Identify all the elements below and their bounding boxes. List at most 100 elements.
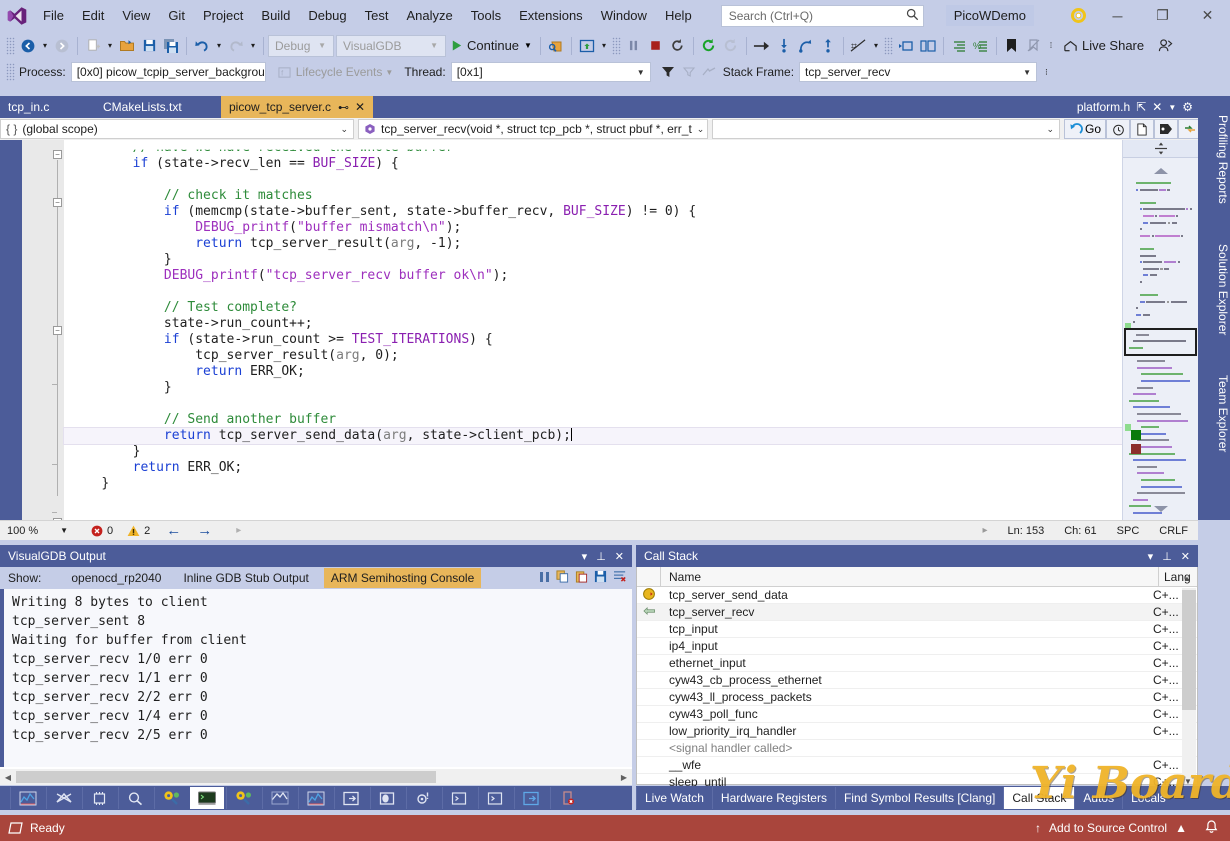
new-item-dropdown[interactable]: ▾: [104, 35, 116, 57]
live-share-button[interactable]: Live Share: [1057, 35, 1150, 57]
magnifier-icon[interactable]: [118, 787, 152, 809]
build-tools-2-icon[interactable]: [226, 787, 260, 809]
pin-icon[interactable]: ⊷: [338, 101, 349, 114]
redo-icon[interactable]: [225, 35, 247, 57]
document-tab-cmakelists[interactable]: CMakeLists.txt: [95, 96, 190, 118]
copy-icon[interactable]: [556, 570, 569, 586]
navigate-back-dropdown[interactable]: ▾: [39, 35, 51, 57]
editor-minimap[interactable]: [1122, 140, 1199, 520]
vtab-team-explorer[interactable]: Team Explorer: [1198, 358, 1230, 470]
error-count-indicator[interactable]: 0: [91, 525, 113, 537]
name-column-header[interactable]: Name: [661, 566, 1159, 587]
debug-window-dropdown[interactable]: ▾: [598, 35, 610, 57]
code-line[interactable]: [64, 172, 1122, 188]
vtab-profiling-reports[interactable]: Profiling Reports: [1198, 96, 1230, 222]
fold-toggle[interactable]: −: [53, 198, 62, 207]
stop-icon[interactable]: [645, 35, 667, 57]
filter-clear-icon[interactable]: [679, 65, 699, 79]
menu-window[interactable]: Window: [592, 4, 656, 28]
code-line[interactable]: [64, 508, 1122, 520]
scrollbar-thumb[interactable]: [1182, 590, 1196, 710]
decrease-indent-icon[interactable]: %: [970, 35, 992, 57]
code-line[interactable]: }: [64, 252, 1122, 268]
toolbar-grip[interactable]: [6, 36, 15, 55]
code-line[interactable]: if (state->recv_len == BUF_SIZE) {: [64, 156, 1122, 172]
scrollbar-thumb[interactable]: [16, 771, 436, 783]
command-window-2-icon[interactable]: [478, 787, 512, 809]
call-stack-row[interactable]: ethernet_input C+...: [637, 655, 1197, 672]
chevron-down-icon[interactable]: ▼: [524, 41, 532, 50]
call-stack-row[interactable]: cyw43_cb_process_ethernet C+...: [637, 672, 1197, 689]
show-next-statement-icon[interactable]: [751, 35, 773, 57]
menu-file[interactable]: File: [34, 4, 73, 28]
error-list-icon[interactable]: [550, 787, 584, 809]
gear-icon[interactable]: ⚙: [1182, 100, 1193, 114]
menu-git[interactable]: Git: [159, 4, 194, 28]
scroll-left-arrow-icon[interactable]: ◀: [0, 773, 16, 782]
chevron-down-icon[interactable]: ▼: [1168, 103, 1176, 112]
undo-dropdown[interactable]: ▾: [213, 35, 225, 57]
menu-view[interactable]: View: [113, 4, 159, 28]
profiler-chart-2-icon[interactable]: [298, 787, 332, 809]
vtab-solution-explorer[interactable]: Solution Explorer: [1198, 224, 1230, 356]
tag-icon[interactable]: [1154, 119, 1179, 139]
save-icon[interactable]: [594, 570, 607, 586]
call-stack-row[interactable]: low_priority_irq_handler C+...: [637, 723, 1197, 740]
open-file-icon[interactable]: [116, 35, 138, 57]
bottom-tool-icon-tabs[interactable]: [0, 786, 632, 810]
call-stack-row[interactable]: tcp_server_send_data C+...: [637, 587, 1197, 604]
minimize-button[interactable]: ─: [1095, 0, 1140, 31]
navigate-forward-icon[interactable]: [51, 35, 73, 57]
call-stack-vertical-scrollbar[interactable]: ▲ ▼: [1182, 574, 1196, 786]
close-icon[interactable]: ✕: [1152, 100, 1162, 114]
close-icon[interactable]: ✕: [615, 550, 624, 563]
save-all-icon[interactable]: [160, 35, 182, 57]
member-combo[interactable]: tcp_server_recv(void *, struct tcp_pcb *…: [358, 119, 708, 139]
thread-combo[interactable]: [0x1] ▼: [450, 62, 651, 82]
code-line[interactable]: return ERR_OK;: [64, 460, 1122, 476]
go-button[interactable]: Go: [1064, 119, 1107, 139]
no-signal-icon[interactable]: [46, 787, 80, 809]
call-stack-rows[interactable]: tcp_server_send_data C+... tcp_server_recv…: [637, 587, 1197, 791]
menu-test[interactable]: Test: [356, 4, 398, 28]
warning-count-indicator[interactable]: 2: [127, 525, 150, 537]
notification-bell-icon[interactable]: [1205, 819, 1218, 837]
paste-icon[interactable]: [575, 570, 588, 586]
pause-icon[interactable]: [623, 35, 645, 57]
notification-gear-icon[interactable]: [1061, 7, 1095, 24]
lifecycle-chevron-down-icon[interactable]: ▼: [385, 68, 393, 77]
navigate-back-icon[interactable]: [17, 35, 39, 57]
code-line[interactable]: [64, 284, 1122, 300]
solution-platform-combo[interactable]: VisualGDB ▼: [336, 34, 446, 57]
menu-help[interactable]: Help: [656, 4, 701, 28]
bottom-tab-locals[interactable]: Locals: [1122, 787, 1174, 809]
stack-frame-combo[interactable]: tcp_server_recv ▼: [799, 62, 1038, 82]
save-icon[interactable]: [138, 35, 160, 57]
search-box[interactable]: Search (Ctrl+Q): [720, 4, 924, 27]
call-stack-row[interactable]: <signal handler called>: [637, 740, 1197, 757]
code-line[interactable]: }: [64, 444, 1122, 460]
pin-icon[interactable]: ⊥: [596, 550, 606, 563]
code-line[interactable]: [64, 396, 1122, 412]
arrow-left-icon[interactable]: ←: [166, 522, 181, 539]
flag-icon[interactable]: [699, 65, 719, 79]
maximize-button[interactable]: ❐: [1140, 0, 1185, 31]
scope-combo[interactable]: { } (global scope) ⌄: [0, 119, 354, 139]
fold-toggle[interactable]: −: [53, 150, 62, 159]
chevron-down-icon[interactable]: ▾: [1148, 550, 1154, 563]
call-stack-row[interactable]: cyw43_poll_func C+...: [637, 706, 1197, 723]
menu-edit[interactable]: Edit: [73, 4, 113, 28]
call-stack-row[interactable]: tcp_input C+...: [637, 621, 1197, 638]
pin-icon[interactable]: ⊥: [1162, 550, 1172, 563]
hex-dropdown[interactable]: ▾: [870, 35, 882, 57]
build-tools-icon[interactable]: [154, 787, 188, 809]
redo-dropdown[interactable]: ▾: [247, 35, 259, 57]
bottom-tab-live-watch[interactable]: Live Watch: [636, 787, 712, 809]
debug-toolbar-grip[interactable]: [6, 63, 15, 81]
add-to-source-control-button[interactable]: Add to Source Control: [1049, 821, 1167, 835]
gdb-tab-openocd[interactable]: openocd_rp2040: [64, 568, 168, 588]
document-icon[interactable]: [1130, 119, 1155, 139]
toolbar-grip-2[interactable]: [611, 36, 621, 55]
profiler-chart-icon[interactable]: [10, 787, 44, 809]
debug-window-icon[interactable]: [576, 35, 598, 57]
